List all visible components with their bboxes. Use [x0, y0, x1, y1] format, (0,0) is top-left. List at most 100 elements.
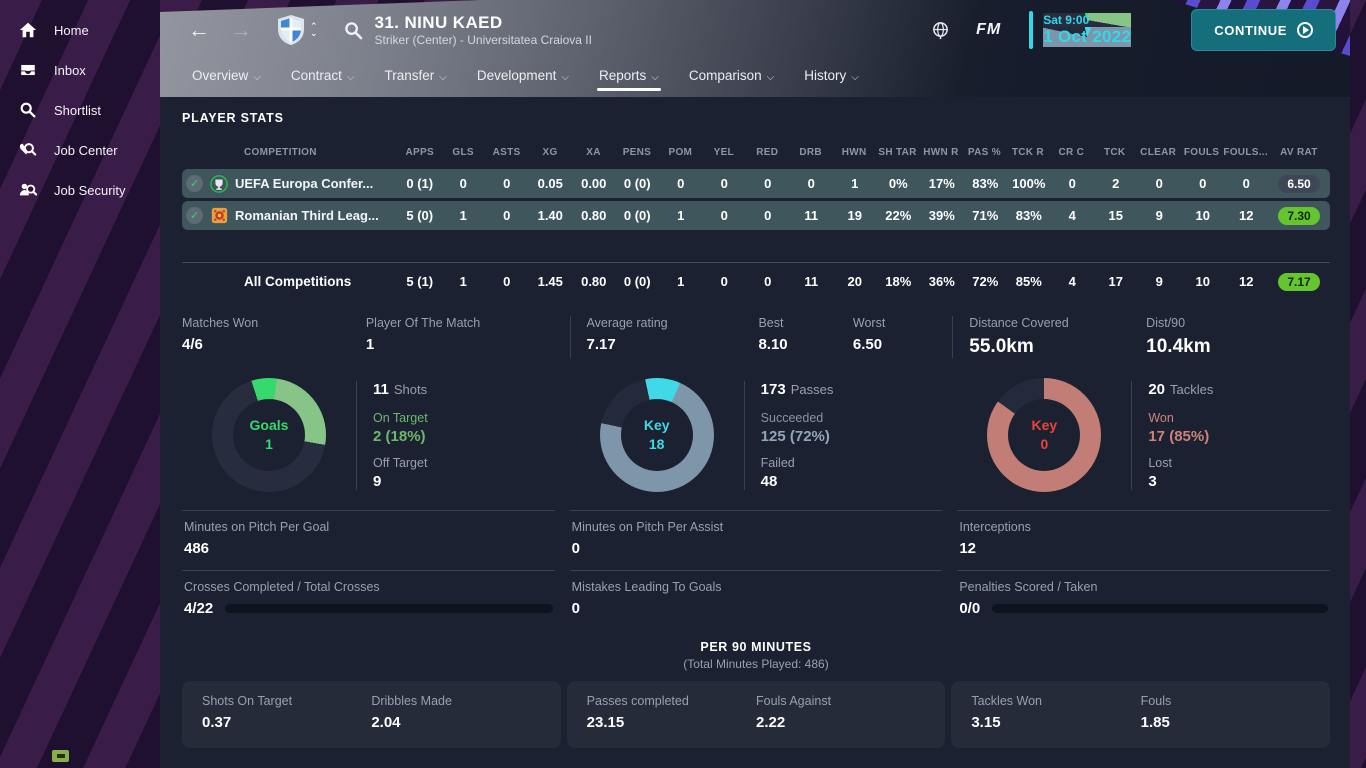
col-pas[interactable]: PAS % [963, 147, 1006, 158]
donut-panels: Goals 1 11Shots On Target2 (18%) Off Tar… [182, 370, 1330, 500]
table-row-romanian-third-league[interactable]: ✓ Romanian Third Leag... 5 (0) 1 0 1.40 … [182, 201, 1330, 230]
stat-crosses-completed: Crosses Completed / Total Crosses 4/22 [182, 570, 555, 630]
average-rating-badge: 7.30 [1278, 207, 1319, 225]
globe-icon[interactable] [931, 21, 950, 40]
col-hwnr[interactable]: HWN R [919, 147, 962, 158]
competition-name: UEFA Europa Confer... [235, 176, 373, 191]
chevron-down-icon: ⌵ [253, 72, 261, 83]
tab-reports[interactable]: Reports⌵ [587, 60, 671, 93]
col-drb[interactable]: DRB [789, 147, 832, 158]
col-pens[interactable]: PENS [615, 147, 658, 158]
chevron-down-icon: ⌵ [561, 72, 569, 83]
col-xa[interactable]: XA [572, 147, 615, 158]
all-competitions-label: All Competitions [182, 274, 398, 289]
back-arrow-icon[interactable]: ← [178, 15, 220, 45]
col-crc[interactable]: CR C [1050, 147, 1093, 158]
chevron-down-icon: ⌵ [439, 72, 447, 83]
detail-columns: Minutes on Pitch Per Goal 486 Crosses Co… [182, 510, 1330, 630]
col-gls[interactable]: GLS [441, 147, 484, 158]
tab-overview[interactable]: Overview⌵ [180, 60, 273, 93]
col-competition[interactable]: COMPETITION [182, 147, 398, 158]
inbox-icon [18, 60, 38, 80]
sidebar-item-inbox[interactable]: Inbox [0, 50, 160, 90]
per-90-title: PER 90 MINUTES [182, 640, 1330, 654]
col-tckr[interactable]: TCK R [1006, 147, 1049, 158]
stat-worst-rating: Worst6.50 [853, 316, 952, 358]
per-90-subtitle: (Total Minutes Played: 486) [182, 657, 1330, 671]
stat-interceptions: Interceptions 12 [957, 510, 1330, 570]
stat-minutes-per-assist: Minutes on Pitch Per Assist 0 [570, 510, 943, 570]
col-fouls-against[interactable]: FOULS... [1223, 147, 1268, 158]
club-badge-selector[interactable]: ⌃⌄ [276, 14, 318, 46]
col-apps[interactable]: APPS [398, 147, 441, 158]
tackles-panel: Key 0 20Tackles Won17 (85%) Lost3 [957, 370, 1330, 500]
col-fouls[interactable]: FOULS [1180, 147, 1223, 158]
stat-average-rating: Average rating7.17 [570, 316, 759, 358]
col-asts[interactable]: ASTS [485, 147, 528, 158]
chevron-down-icon: ⌵ [651, 72, 659, 83]
tab-comparison[interactable]: Comparison⌵ [677, 60, 786, 93]
col-tck[interactable]: TCK [1093, 147, 1136, 158]
summary-strip: Matches Won4/6 Player Of The Match1 Aver… [182, 316, 1330, 358]
sidebar-item-label: Job Security [54, 183, 126, 198]
app-window: ← → ⌃⌄ 31. NINU KAED Striker (C [160, 0, 1350, 768]
sidebar-item-job-center[interactable]: Job Center [0, 130, 160, 170]
continue-button[interactable]: CONTINUE [1191, 9, 1336, 51]
stat-matches-won: Matches Won4/6 [182, 316, 366, 358]
passes-panel: Key 18 173Passes Succeeded125 (72%) Fail… [570, 370, 943, 500]
col-clear[interactable]: CLEAR [1136, 147, 1179, 158]
per-90-card-defending: Tackles Won3.15 Fouls1.85 [951, 681, 1330, 748]
penalties-progress-bar [992, 604, 1328, 613]
page-title-player-name: 31. NINU KAED [375, 12, 592, 33]
table-row-uefa-europa-conference[interactable]: ✓ UEFA Europa Confer... 0 (1) 0 0 0.05 0… [182, 169, 1330, 198]
goals-donut-chart: Goals 1 [212, 378, 326, 492]
tab-transfer[interactable]: Transfer⌵ [372, 60, 458, 93]
sidebar-item-shortlist[interactable]: Shortlist [0, 90, 160, 130]
col-yel[interactable]: YEL [702, 147, 745, 158]
magnifier-icon [18, 100, 38, 120]
col-shtar[interactable]: SH TAR [876, 147, 919, 158]
stat-minutes-per-goal: Minutes on Pitch Per Goal 486 [182, 510, 555, 570]
stat-dribbles-made-per-90: Dribbles Made2.04 [371, 694, 540, 731]
average-rating-badge: 6.50 [1278, 175, 1319, 193]
sidebar-item-home[interactable]: Home [0, 10, 160, 50]
stat-shots-on-target-per-90: Shots On Target0.37 [202, 694, 371, 731]
sidebar-item-label: Inbox [54, 63, 86, 78]
check-circle-icon: ✓ [186, 207, 203, 224]
per-90-card-passing: Passes completed23.15 Fouls Against2.22 [567, 681, 946, 748]
europa-conference-trophy-icon [210, 175, 228, 193]
chevron-down-icon: ⌵ [347, 72, 355, 83]
game-date-value: 1 Oct 2022 [1043, 27, 1131, 47]
col-hwn[interactable]: HWN [832, 147, 875, 158]
date-accent-bar [1029, 11, 1033, 49]
player-subtitle: Striker (Center) - Universitatea Craiova… [375, 33, 592, 48]
crosses-progress-bar [225, 604, 552, 613]
search-icon[interactable] [344, 21, 363, 40]
col-red[interactable]: RED [746, 147, 789, 158]
table-row-all-competitions[interactable]: All Competitions 5 (1) 1 0 1.45 0.80 0 (… [182, 262, 1330, 300]
col-avrat[interactable]: AV RAT [1268, 147, 1330, 158]
forward-arrow-icon[interactable]: → [220, 15, 262, 45]
passes-donut-chart: Key 18 [600, 378, 714, 492]
stat-mistakes-leading-to-goals: Mistakes Leading To Goals 0 [570, 570, 943, 630]
per-90-card-shooting: Shots On Target0.37 Dribbles Made2.04 [182, 681, 561, 748]
sidebar-item-label: Job Center [54, 143, 118, 158]
game-date: Sat 9:00 1 Oct 2022 [1029, 11, 1131, 49]
tab-history[interactable]: History⌵ [792, 60, 871, 93]
sidebar-item-job-security[interactable]: Job Security [0, 170, 160, 210]
col-xg[interactable]: XG [528, 147, 571, 158]
sidebar: Home Inbox Shortlist Job Center Job Secu… [0, 0, 160, 768]
stats-table-header: COMPETITION APPS GLS ASTS XG XA PENS POM… [182, 139, 1330, 165]
tab-development[interactable]: Development⌵ [465, 60, 581, 93]
col-pom[interactable]: POM [659, 147, 702, 158]
play-circle-icon [1297, 22, 1313, 38]
tab-contract[interactable]: Contract⌵ [279, 60, 367, 93]
stat-fouls-per-90: Fouls1.85 [1141, 694, 1310, 731]
tab-bar: Overview⌵ Contract⌵ Transfer⌵ Developmen… [160, 60, 1350, 93]
tackles-donut-chart: Key 0 [987, 378, 1101, 492]
goals-panel: Goals 1 11Shots On Target2 (18%) Off Tar… [182, 370, 555, 500]
continue-label: CONTINUE [1214, 23, 1287, 38]
check-circle-icon: ✓ [186, 175, 203, 192]
club-crest-icon [276, 14, 306, 46]
stat-best-rating: Best8.10 [758, 316, 852, 358]
